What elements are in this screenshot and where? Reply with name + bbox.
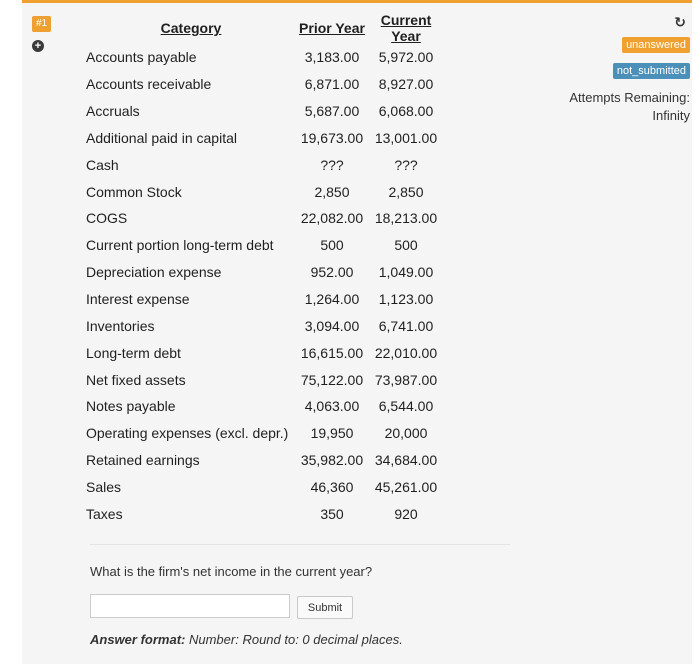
- cell-category: Taxes: [86, 505, 123, 522]
- cell-prior-year: 2,850: [314, 183, 350, 200]
- cell-prior-year: 16,615.00: [300, 344, 364, 361]
- cell-category: Operating expenses (excl. depr.): [86, 425, 289, 442]
- table-row: Net fixed assets 75,122.00 73,987.00: [86, 366, 444, 393]
- cell-prior-year: 35,982.00: [300, 452, 364, 469]
- submit-button[interactable]: Submit: [297, 596, 353, 619]
- cell-current-year: 18,213.00: [374, 210, 438, 227]
- column-header-prior: Prior Year: [299, 20, 365, 36]
- plus-circle-icon[interactable]: +: [32, 40, 44, 52]
- cell-prior-year: 3,094.00: [304, 317, 360, 334]
- cell-prior-year: ???: [320, 156, 344, 173]
- cell-current-year: 1,123.00: [378, 291, 434, 308]
- question-text: What is the firm's net income in the cur…: [90, 564, 373, 579]
- table-row: Cash??????: [86, 151, 444, 178]
- table-row: Additional paid in capital 19,673.00 13,00…: [86, 125, 444, 152]
- cell-current-year: ???: [394, 156, 418, 173]
- cell-prior-year: 46,360: [310, 478, 354, 495]
- table-row: Long-term debt 16,615.00 22,010.00: [86, 339, 444, 366]
- cell-category: Sales: [86, 478, 122, 495]
- answer-input[interactable]: [90, 594, 290, 618]
- cell-prior-year: 1,264.00: [304, 291, 360, 308]
- cell-category: Interest expense: [86, 291, 190, 308]
- cell-category: Depreciation expense: [86, 264, 222, 281]
- cell-current-year: 6,068.00: [378, 103, 434, 120]
- cell-prior-year: 22,082.00: [300, 210, 364, 227]
- table-row: COGS 22,082.00 18,213.00: [86, 205, 444, 232]
- table-row: Accounts receivable 6,871.00 8,927.00: [86, 71, 444, 98]
- table-row: Inventories 3,094.00 6,741.00: [86, 312, 444, 339]
- cell-category: Additional paid in capital: [86, 129, 237, 146]
- table-row: Common Stock 2,850 2,850: [86, 178, 444, 205]
- table-row: Operating expenses (excl. depr.) 19,950 20…: [86, 420, 444, 447]
- cell-category: Notes payable: [86, 398, 176, 415]
- cell-prior-year: 350: [320, 505, 344, 522]
- cell-category: Accruals: [86, 103, 140, 120]
- cell-prior-year: 3,183.00: [304, 49, 360, 66]
- cell-current-year: 5,972.00: [378, 49, 434, 66]
- cell-prior-year: 5,687.00: [304, 103, 360, 120]
- cell-current-year: 13,001.00: [374, 129, 438, 146]
- cell-category: Accounts payable: [86, 49, 197, 66]
- status-badge-unanswered: unanswered: [622, 37, 690, 53]
- cell-current-year: 2,850: [388, 183, 424, 200]
- cell-category: Retained earnings: [86, 452, 200, 469]
- cell-current-year: 34,684.00: [374, 452, 438, 469]
- cell-current-year: 8,927.00: [378, 76, 434, 93]
- question-number-badge[interactable]: #1: [32, 16, 51, 32]
- cell-prior-year: 952.00: [310, 264, 354, 281]
- table-row: Accruals 5,687.00 6,068.00: [86, 98, 444, 125]
- answer-format-text: Number: Round to: 0 decimal places.: [188, 632, 403, 647]
- table-row: Taxes 350 920: [86, 500, 444, 527]
- table-row: Interest expense 1,264.00 1,123.00: [86, 286, 444, 313]
- cell-current-year: 920: [394, 505, 418, 522]
- cell-current-year: 6,741.00: [378, 317, 434, 334]
- divider: [90, 544, 510, 545]
- status-badge-not-submitted: not_submitted: [612, 63, 690, 79]
- cell-current-year: 22,010.00: [374, 344, 438, 361]
- cell-prior-year: 4,063.00: [304, 398, 360, 415]
- column-header-category: Category: [160, 20, 222, 36]
- cell-category: Inventories: [86, 317, 155, 334]
- cell-category: Current portion long-term debt: [86, 237, 274, 254]
- cell-current-year: 6,544.00: [378, 398, 434, 415]
- cell-prior-year: 19,950: [310, 425, 354, 442]
- answer-format-label: Answer format:: [90, 632, 186, 647]
- attempts-value: Infinity: [652, 108, 690, 123]
- table-row: Accounts payable 3,183.00 5,972.00: [86, 44, 444, 71]
- table-row: Retained earnings 35,982.00 34,684.00: [86, 447, 444, 474]
- cell-category: Cash: [86, 156, 119, 173]
- table-row: Current portion long-term debt 500 500: [86, 232, 444, 259]
- cell-current-year: 45,261.00: [374, 478, 438, 495]
- cell-prior-year: 6,871.00: [304, 76, 360, 93]
- cell-current-year: 73,987.00: [374, 371, 438, 388]
- cell-prior-year: 500: [320, 237, 344, 254]
- cell-category: Accounts receivable: [86, 76, 212, 93]
- table-header-row: Category Prior Year Current Year: [86, 12, 444, 44]
- cell-current-year: 1,049.00: [378, 264, 434, 281]
- column-header-current: Current Year: [380, 12, 432, 44]
- attempts-remaining: Attempts Remaining: Infinity: [550, 89, 690, 125]
- cell-category: Long-term debt: [86, 344, 181, 361]
- cell-category: Net fixed assets: [86, 371, 186, 388]
- cell-category: Common Stock: [86, 183, 182, 200]
- refresh-icon[interactable]: ↻: [674, 14, 686, 31]
- attempts-label: Attempts Remaining:: [569, 90, 690, 105]
- financial-data-table: Category Prior Year Current Year Account…: [86, 12, 444, 527]
- table-row: Notes payable 4,063.00 6,544.00: [86, 393, 444, 420]
- cell-current-year: 20,000: [384, 425, 428, 442]
- cell-category: COGS: [86, 210, 128, 227]
- cell-prior-year: 19,673.00: [300, 129, 364, 146]
- table-row: Sales 46,360 45,261.00: [86, 474, 444, 501]
- cell-prior-year: 75,122.00: [300, 371, 364, 388]
- cell-current-year: 500: [394, 237, 418, 254]
- table-row: Depreciation expense 952.00 1,049.00: [86, 259, 444, 286]
- answer-format: Answer format: Number: Round to: 0 decim…: [90, 632, 403, 647]
